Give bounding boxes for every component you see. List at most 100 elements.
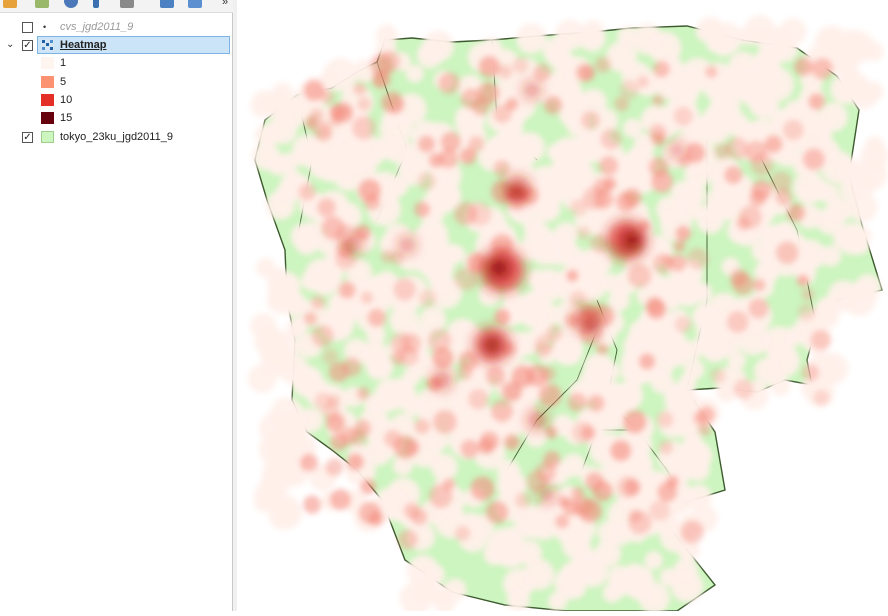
heat-blob — [696, 324, 724, 352]
layer-visibility-checkbox[interactable]: ✓ — [22, 40, 33, 51]
heat-blob — [317, 198, 336, 217]
layers-toolbar: » — [0, 0, 233, 13]
heat-blob — [516, 23, 547, 54]
heat-blob — [751, 179, 772, 201]
heat-blob — [744, 15, 775, 46]
heat-hotspot — [511, 186, 523, 198]
heat-blob — [505, 97, 519, 111]
heat-blob — [733, 379, 754, 400]
heat-blob — [710, 368, 726, 384]
heat-hotspot — [523, 81, 541, 99]
heat-blob — [381, 91, 404, 114]
heat-blob — [680, 520, 704, 544]
heat-blob — [684, 142, 706, 163]
manage-visibility-icon[interactable] — [64, 0, 78, 8]
heat-blob — [551, 66, 578, 92]
heat-blob — [750, 152, 774, 176]
heat-blob — [398, 529, 418, 550]
heat-blob — [485, 501, 509, 524]
layer-row-tokyo-23ku[interactable]: ✓ tokyo_23ku_jgd2011_9 — [0, 128, 233, 146]
heat-blob — [418, 289, 437, 308]
heat-hotspot — [527, 410, 547, 430]
legend-label: 15 — [60, 112, 73, 124]
heat-blob — [814, 28, 847, 60]
heat-blob — [652, 94, 665, 107]
heat-blob — [565, 160, 596, 191]
heat-blob — [651, 131, 666, 146]
heat-blob — [270, 397, 304, 431]
heat-blob — [619, 79, 639, 100]
heat-blob — [548, 48, 570, 70]
heat-blob — [323, 58, 358, 92]
heat-blob — [353, 82, 367, 96]
heat-blob — [323, 265, 343, 285]
heat-blob — [278, 354, 309, 384]
heat-blob — [796, 274, 809, 287]
add-group-icon[interactable] — [35, 0, 49, 8]
heat-blob — [820, 245, 842, 267]
heat-blob — [494, 308, 511, 325]
heat-blob — [622, 409, 647, 434]
toolbar-overflow-button[interactable]: » — [222, 0, 228, 9]
heat-blob — [390, 332, 413, 354]
layer-visibility-checkbox[interactable] — [22, 22, 33, 33]
heat-blob — [325, 458, 344, 477]
layer-visibility-checkbox[interactable]: ✓ — [22, 132, 33, 143]
heat-blob — [416, 41, 444, 69]
heat-blob — [440, 131, 461, 153]
heat-blob — [581, 110, 601, 130]
layer-row-cvs[interactable]: • cvs_jgd2011_9 — [0, 18, 233, 36]
map-svg — [248, 15, 888, 615]
heat-blob — [638, 353, 656, 370]
heat-blob — [656, 411, 674, 428]
heat-blob — [648, 157, 669, 178]
chevron-down-icon[interactable]: ⌄ — [6, 36, 14, 54]
legend-item: 10 — [0, 91, 233, 109]
heat-blob — [665, 342, 690, 367]
filter-legend-icon[interactable] — [93, 0, 99, 8]
map-canvas[interactable] — [237, 0, 888, 615]
heat-blob — [360, 291, 374, 305]
heat-blob — [506, 588, 530, 612]
heat-blob — [686, 248, 709, 270]
heat-blob — [810, 329, 831, 351]
heat-blob — [329, 489, 351, 511]
heat-blob — [523, 518, 544, 539]
heat-blob — [467, 202, 492, 226]
heat-blob — [862, 81, 884, 102]
heat-blob — [250, 313, 277, 339]
heat-blob — [322, 348, 339, 365]
heat-hotspot — [669, 142, 685, 158]
filter-by-expression-icon[interactable] — [120, 0, 134, 8]
collapse-all-icon[interactable] — [188, 0, 202, 8]
raster-layer-icon — [41, 39, 54, 51]
heat-blob — [369, 355, 394, 380]
legend-swatch — [41, 112, 54, 124]
heat-blob — [477, 437, 495, 455]
heat-blob — [864, 136, 885, 156]
heat-blob — [298, 183, 316, 201]
heat-blob — [579, 65, 595, 81]
heat-blob — [571, 421, 594, 444]
heat-blob — [797, 303, 816, 322]
layer-row-heatmap[interactable]: ⌄ ✓ Heatmap — [0, 36, 233, 54]
heat-blob — [752, 278, 766, 292]
heat-blob — [364, 193, 381, 211]
heat-blob — [674, 316, 692, 333]
heat-blob — [298, 407, 324, 433]
heat-hotspot — [490, 259, 508, 277]
heat-blob — [736, 216, 751, 231]
heat-blob — [555, 514, 570, 529]
heat-blob — [555, 19, 586, 51]
expand-all-icon[interactable] — [160, 0, 174, 8]
heat-blob — [727, 351, 746, 370]
heat-blob — [730, 269, 748, 287]
heat-blob — [267, 273, 300, 307]
open-layer-style-icon[interactable] — [3, 0, 17, 8]
heat-blob — [414, 201, 431, 218]
heat-blob — [610, 440, 632, 462]
heat-blob — [808, 93, 825, 110]
heat-blob — [724, 166, 743, 185]
heat-blob — [673, 239, 686, 253]
heat-blob — [290, 223, 317, 249]
